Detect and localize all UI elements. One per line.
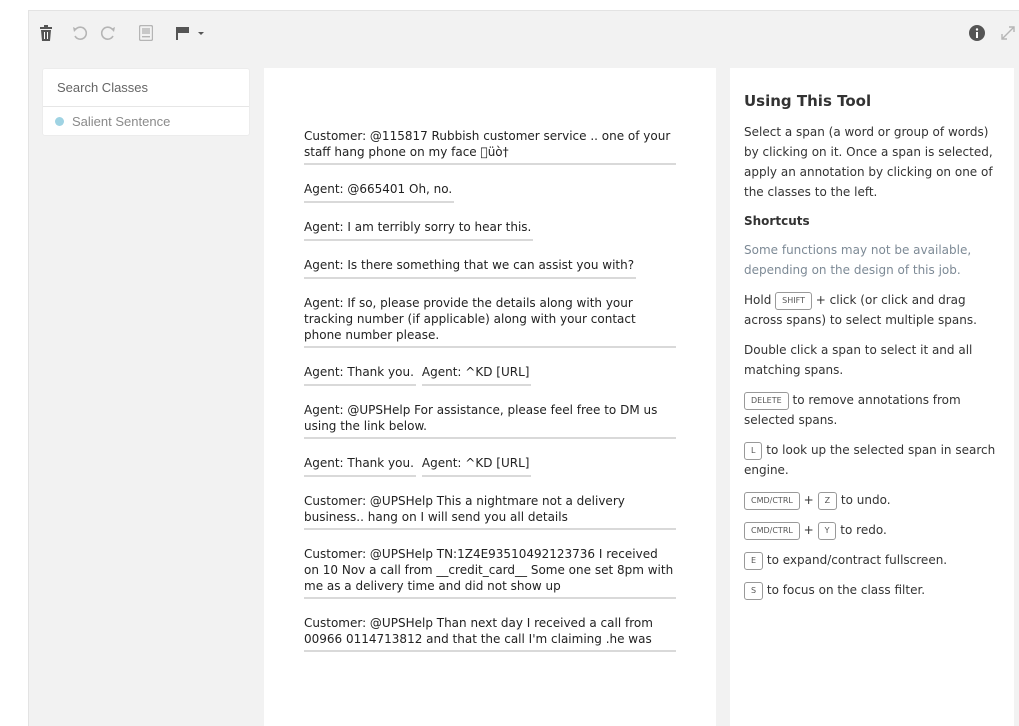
shortcut-shift: Hold SHIFT + click (or click and drag ac… <box>744 291 977 327</box>
document-turn: Customer: @UPSHelp TN:1Z4E93510492123736… <box>304 546 676 599</box>
notes-icon[interactable] <box>138 23 154 43</box>
shortcut-redo: CMD/CTRL + Y to redo. <box>744 520 1000 540</box>
class-color-dot <box>55 116 64 126</box>
shortcut-lookup: L to look up the selected span in search… <box>744 441 996 477</box>
z-key: Z <box>817 491 838 510</box>
cmd-key: CMD/CTRL <box>744 521 800 540</box>
shortcut-delete: DELETE to remove annotations from select… <box>744 391 961 427</box>
text-span[interactable]: Agent: I am terribly sorry to hear this. <box>304 219 534 241</box>
document-turn: Customer: @UPSHelp This a nightmare not … <box>304 493 676 530</box>
shortcut-double-click: Double click a span to select it and all… <box>744 343 973 377</box>
text-span[interactable]: Agent: @665401 Oh, no. <box>304 181 455 203</box>
document-turn: Agent: Thank you. Agent: ^KD [URL] <box>304 455 676 477</box>
document-turn: Agent: If so, please provide the details… <box>304 295 676 348</box>
toolbar <box>29 11 1019 55</box>
annotation-tool-frame: Salient Sentence Customer: @115817 Rubbi… <box>28 10 1019 726</box>
shortcut-undo: CMD/CTRL + Z to undo. <box>744 490 1000 510</box>
text-span[interactable]: Customer: @115817 Rubbish customer servi… <box>304 128 676 165</box>
shortcuts-heading: Shortcuts <box>744 214 810 228</box>
text-span[interactable]: Customer: @UPSHelp TN:1Z4E93510492123736… <box>304 546 676 599</box>
text-span[interactable]: Agent: Thank you. <box>304 364 416 386</box>
info-icon[interactable] <box>968 23 986 43</box>
document-turn: Customer: @115817 Rubbish customer servi… <box>304 128 676 165</box>
text-span[interactable]: Agent: If so, please provide the details… <box>304 295 676 348</box>
text-span[interactable]: Customer: @UPSHelp Than next day I recei… <box>304 615 676 652</box>
shortcut-fullscreen: E to expand/contract fullscreen. <box>744 550 1000 570</box>
help-panel: Using This Tool Select a span (a word or… <box>730 68 1014 726</box>
undo-icon[interactable] <box>72 23 88 43</box>
class-item-salient-sentence[interactable]: Salient Sentence <box>43 107 249 135</box>
help-note: Some functions may not be available, dep… <box>744 243 972 277</box>
document-turn: Agent: Thank you. Agent: ^KD [URL] <box>304 364 676 386</box>
expand-icon[interactable] <box>999 23 1017 43</box>
text-span[interactable]: Agent: Is there something that we can as… <box>304 257 637 279</box>
e-key: E <box>744 551 764 570</box>
document-turn: Agent: @UPSHelp For assistance, please f… <box>304 402 676 439</box>
text-span[interactable]: Agent: @UPSHelp For assistance, please f… <box>304 402 676 439</box>
flag-icon[interactable] <box>174 23 208 43</box>
shortcut-class-filter: S to focus on the class filter. <box>744 580 1000 600</box>
document-content: Customer: @115817 Rubbish customer servi… <box>304 128 676 668</box>
document-turn: Agent: I am terribly sorry to hear this. <box>304 219 676 241</box>
classes-panel: Salient Sentence <box>42 68 250 136</box>
s-key: S <box>744 581 764 600</box>
shift-key: SHIFT <box>775 291 812 310</box>
document-turn: Agent: @665401 Oh, no. <box>304 181 676 203</box>
cmd-key: CMD/CTRL <box>744 491 800 510</box>
l-key: L <box>744 441 763 460</box>
document-turn: Customer: @UPSHelp Than next day I recei… <box>304 615 676 652</box>
help-title: Using This Tool <box>744 92 872 110</box>
redo-icon[interactable] <box>100 23 116 43</box>
class-item-label: Salient Sentence <box>72 113 171 129</box>
text-span[interactable]: Customer: @UPSHelp This a nightmare not … <box>304 493 676 530</box>
class-search-input[interactable] <box>57 80 235 95</box>
text-span[interactable]: Agent: ^KD [URL] <box>421 364 532 386</box>
document-panel: Customer: @115817 Rubbish customer servi… <box>264 68 716 726</box>
text-span[interactable]: Agent: Thank you. <box>304 455 416 477</box>
text-span[interactable]: Agent: ^KD [URL] <box>421 455 532 477</box>
help-intro: Select a span (a word or group of words)… <box>744 125 993 199</box>
class-search-box <box>43 69 249 107</box>
delete-key: DELETE <box>744 391 789 410</box>
y-key: Y <box>817 521 837 540</box>
trash-icon[interactable] <box>38 23 54 43</box>
document-turn: Agent: Is there something that we can as… <box>304 257 676 279</box>
